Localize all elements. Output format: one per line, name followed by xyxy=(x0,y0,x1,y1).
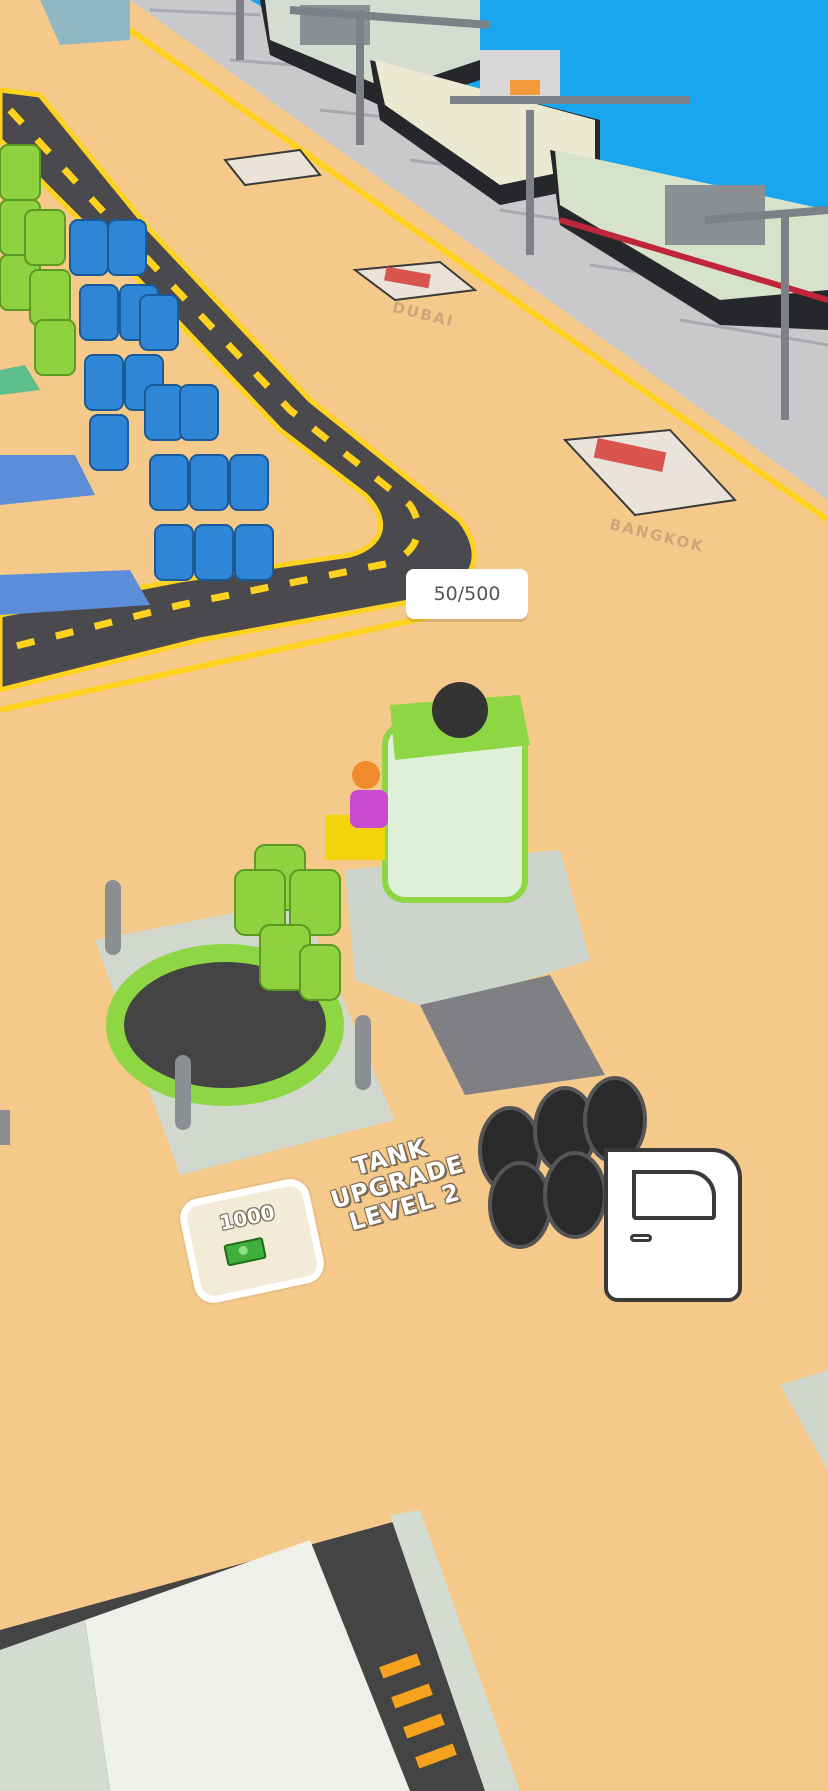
drop-zone-bangkok xyxy=(562,428,738,517)
worker-body xyxy=(350,790,388,828)
cash-icon xyxy=(223,1236,267,1267)
drop-zone-dubai xyxy=(352,260,478,302)
upgrade-cost: 1000 xyxy=(217,1200,277,1236)
car-door-icon[interactable] xyxy=(604,1148,742,1302)
building-topleft xyxy=(40,0,130,45)
machine-tire-top xyxy=(432,682,488,738)
right-edge-structure xyxy=(780,1370,828,1470)
game-world xyxy=(0,0,828,1791)
worker-head xyxy=(352,761,380,789)
door-window xyxy=(632,1170,716,1220)
chevron-tile-1 xyxy=(0,455,95,505)
capacity-counter: 50/500 xyxy=(406,569,528,619)
green-tile xyxy=(0,365,40,395)
door-handle xyxy=(630,1234,652,1242)
game-scene[interactable]: 50/500 DUBAI BANGKOK 1000 TANK UPGRADE L… xyxy=(0,0,828,1791)
